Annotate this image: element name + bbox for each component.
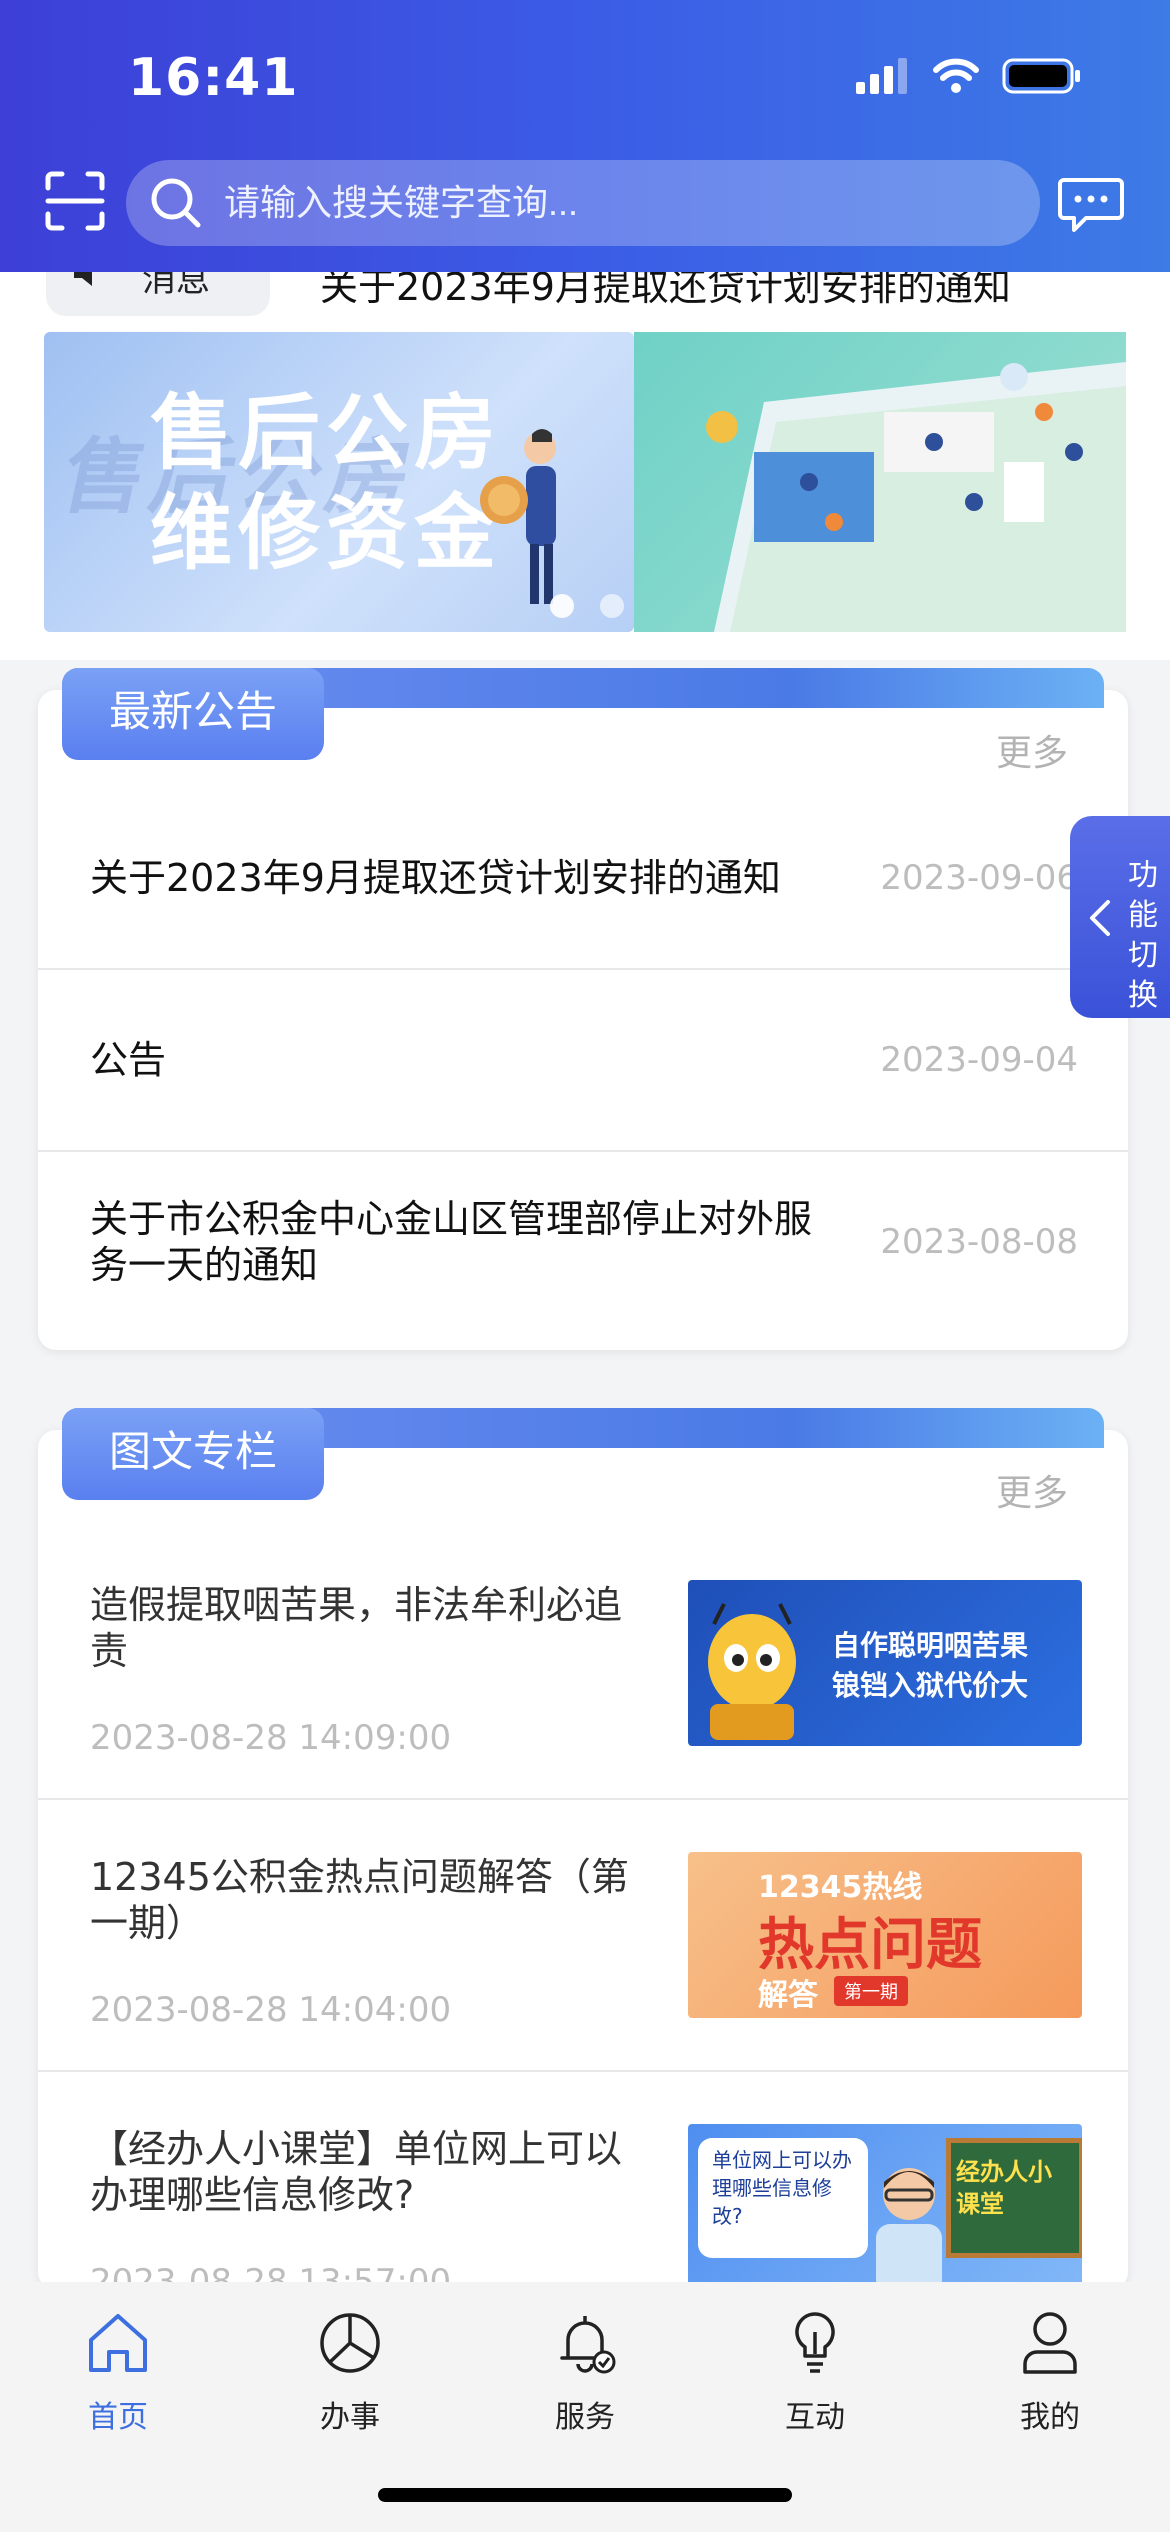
article-title: 12345公积金热点问题解答（第一期）	[90, 1855, 629, 1945]
notice-date: 2023-08-08	[880, 1222, 1078, 1262]
news-ticker[interactable]: 消息 关于2023年9月提取还贷计划安排的通知	[0, 272, 1170, 320]
signal-icon	[856, 58, 907, 94]
article-thumb-caption-1: 单位网上可以办理哪些信息修改?	[712, 2148, 852, 2228]
pie-chart-icon	[320, 2313, 380, 2373]
article-thumb-caption-2: 锒铛入狱代价大	[832, 1669, 1029, 1702]
notice-row[interactable]: 关于2023年9月提取还贷计划安排的通知 2023-09-06	[38, 788, 1128, 970]
banner-title-line2: 维修资金	[150, 486, 503, 581]
bee-mascot-illustration	[708, 1603, 796, 1740]
home-indicator[interactable]	[378, 2488, 792, 2502]
ticker-label: 消息	[142, 272, 210, 300]
notices-tab-label: 最新公告	[62, 668, 324, 760]
battery-icon	[1002, 58, 1080, 94]
nav-label: 办事	[320, 2400, 380, 2435]
person-icon	[1023, 2312, 1077, 2374]
banner-title-line1: 售后公房	[150, 386, 503, 481]
bell-check-icon	[560, 2316, 616, 2374]
nav-interaction[interactable]: 互动	[735, 2308, 895, 2458]
banner-slide-service-hall[interactable]	[634, 332, 1126, 632]
nav-label: 首页	[88, 2400, 148, 2435]
articles-more-link[interactable]: 更多	[996, 1464, 1068, 1516]
article-thumb-caption-3: 解答	[758, 1978, 818, 2013]
lightbulb-icon	[795, 2312, 835, 2373]
article-thumb-badge: 第一期	[834, 1976, 908, 2006]
article-thumb-caption-1: 自作聪明咽苦果	[832, 1629, 1029, 1662]
article-date: 2023-08-28 14:04:00	[90, 1990, 452, 2030]
banner-slide-maintenance-fund[interactable]: 售后公房 售后公房 维修资金	[44, 332, 634, 632]
notice-row[interactable]: 公告 2023-09-04	[38, 970, 1128, 1152]
banner-carousel[interactable]: 售后公房 售后公房 维修资金	[44, 332, 1126, 632]
nav-affairs[interactable]: 办事	[270, 2308, 430, 2458]
notice-title: 关于2023年9月提取还贷计划安排的通知	[90, 856, 781, 900]
carousel-dot-1[interactable]	[550, 594, 574, 618]
ticker-label-pill: 消息	[46, 272, 270, 316]
article-date: 2023-08-28 14:09:00	[90, 1718, 452, 1758]
service-hall-illustration	[706, 362, 1126, 632]
articles-card: 图文专栏 更多 造假提取咽苦果，非法牟利必追责 2023-08-28 14:09…	[38, 1408, 1128, 2302]
article-row[interactable]: 造假提取咽苦果，非法牟利必追责 2023-08-28 14:09:00 自作聪明…	[38, 1528, 1128, 1800]
article-row[interactable]: 12345公积金热点问题解答（第一期） 2023-08-28 14:04:00 …	[38, 1800, 1128, 2072]
banner-title: 售后公房 维修资金	[150, 384, 502, 584]
article-thumb-caption-2: 经办人小课堂	[956, 2158, 1052, 2218]
article-thumbnail: 自作聪明咽苦果 锒铛入狱代价大	[688, 1580, 1082, 1746]
article-thumbnail: 12345热线 热点问题 解答 第一期	[688, 1852, 1082, 2018]
nav-home[interactable]: 首页	[38, 2308, 198, 2458]
speaker-icon	[74, 272, 92, 286]
article-title: 【经办人小课堂】单位网上可以办理哪些信息修改?	[90, 2127, 623, 2217]
scan-icon[interactable]	[44, 170, 106, 232]
notice-title: 公告	[90, 1038, 167, 1082]
search-bar[interactable]	[126, 160, 1040, 246]
status-bar: 16:41	[0, 0, 1170, 150]
nav-label: 互动	[785, 2400, 845, 2435]
person-with-coin-illustration	[480, 429, 556, 604]
carousel-dot-2[interactable]	[600, 594, 624, 618]
nav-services[interactable]: 服务	[505, 2308, 665, 2458]
articles-list: 造假提取咽苦果，非法牟利必追责 2023-08-28 14:09:00 自作聪明…	[38, 1528, 1128, 2342]
home-icon	[89, 2314, 147, 2372]
function-switch-label: 功能切换	[1128, 858, 1158, 1013]
function-switch-tab[interactable]: 功能切换	[1070, 816, 1170, 1018]
message-icon[interactable]	[1058, 176, 1124, 234]
nav-label: 我的	[1020, 2400, 1080, 2435]
article-thumbnail: 单位网上可以办理哪些信息修改? 经办人小课堂	[688, 2124, 1082, 2290]
chevron-left-icon	[1090, 900, 1110, 936]
notice-date: 2023-09-04	[880, 1040, 1078, 1080]
article-thumb-caption-2: 热点问题	[758, 1913, 982, 1978]
notice-title: 关于市公积金中心金山区管理部停止对外服务一天的通知	[90, 1197, 813, 1287]
search-row	[0, 160, 1170, 250]
wifi-icon	[933, 58, 979, 93]
status-time: 16:41	[128, 48, 299, 108]
notice-row[interactable]: 关于市公积金中心金山区管理部停止对外服务一天的通知 2023-08-08	[38, 1152, 1128, 1332]
notice-date: 2023-09-06	[880, 858, 1078, 898]
notices-list: 关于2023年9月提取还贷计划安排的通知 2023-09-06 公告 2023-…	[38, 788, 1128, 1332]
banner-section: 售后公房 售后公房 维修资金	[0, 320, 1170, 660]
articles-tab-label: 图文专栏	[62, 1408, 324, 1500]
search-icon	[151, 178, 201, 228]
teacher-illustration	[876, 2168, 942, 2290]
latest-notices-card: 最新公告 更多 关于2023年9月提取还贷计划安排的通知 2023-09-06 …	[38, 668, 1128, 1350]
nav-label: 服务	[555, 2400, 615, 2435]
ticker-text[interactable]: 关于2023年9月提取还贷计划安排的通知	[320, 272, 1011, 311]
status-icons	[854, 58, 1082, 94]
article-title: 造假提取咽苦果，非法牟利必追责	[90, 1583, 623, 1673]
nav-profile[interactable]: 我的	[970, 2308, 1130, 2458]
notices-more-link[interactable]: 更多	[996, 724, 1068, 776]
search-input[interactable]	[222, 181, 986, 225]
